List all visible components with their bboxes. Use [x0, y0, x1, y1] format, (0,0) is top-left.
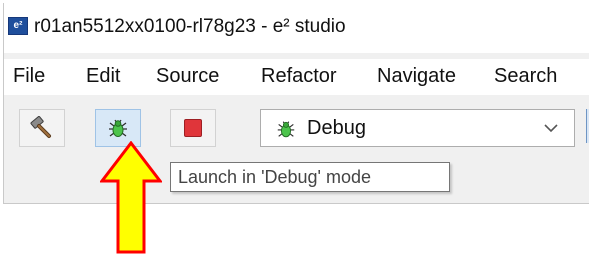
menu-navigate[interactable]: Navigate: [377, 65, 456, 88]
e2-studio-app-icon: e²: [8, 17, 28, 35]
menu-refactor[interactable]: Refactor: [261, 65, 337, 88]
menu-source[interactable]: Source: [156, 65, 219, 88]
launch-configuration-select[interactable]: Debug: [260, 109, 575, 147]
build-button[interactable]: [19, 109, 65, 147]
window-title: r01an5512xx0100-rl78g23 - e² studio: [34, 16, 346, 37]
bug-icon: [277, 121, 295, 138]
stop-icon: [184, 119, 202, 137]
menu-file[interactable]: File: [13, 65, 45, 88]
bug-icon: [109, 119, 127, 137]
chevron-down-icon[interactable]: [542, 119, 560, 137]
up-arrow-annotation: [100, 141, 162, 254]
launch-configuration-value: Debug: [307, 117, 366, 139]
tooltip-text: Launch in 'Debug' mode: [178, 167, 372, 187]
hammer-icon: [30, 116, 51, 138]
terminate-button[interactable]: [170, 109, 216, 147]
title-bar: e² r01an5512xx0100-rl78g23 - e² studio: [4, 3, 589, 53]
menu-edit[interactable]: Edit: [86, 65, 120, 88]
menu-bar: File Edit Source Refactor Navigate Searc…: [4, 59, 589, 95]
tooltip: Launch in 'Debug' mode: [170, 162, 450, 192]
menu-search[interactable]: Search: [494, 65, 557, 88]
